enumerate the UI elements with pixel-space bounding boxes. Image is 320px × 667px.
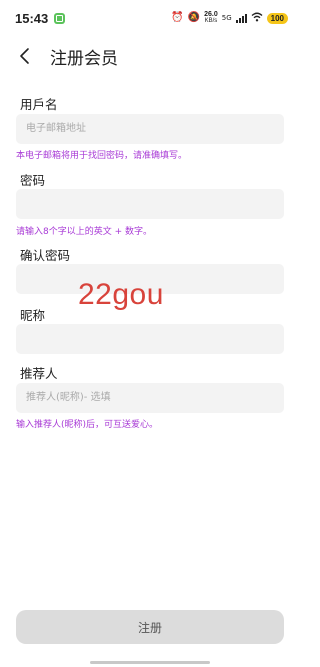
app-notification-icon bbox=[54, 12, 66, 24]
network-speed-value: 26.0 bbox=[204, 11, 218, 18]
watermark-text: 22gou bbox=[78, 278, 164, 311]
password-label: 密码 bbox=[20, 173, 46, 188]
status-left: 15:43 bbox=[15, 10, 66, 26]
username-hint: 本电子邮箱将用于找回密码，请准确填写。 bbox=[16, 151, 188, 161]
network-type: 5G bbox=[221, 14, 232, 22]
password-hint: 请输入8个字以上的英文 + 数字。 bbox=[16, 227, 152, 237]
wifi-icon bbox=[251, 12, 263, 25]
password-input[interactable] bbox=[16, 189, 284, 219]
referrer-label: 推荐人 bbox=[20, 366, 58, 381]
status-right: ⏰ 🔕 26.0 KB/s 5G 100 bbox=[171, 11, 288, 25]
referrer-hint: 输入推荐人(昵称)后，可互送爱心。 bbox=[16, 420, 159, 430]
page-header: 注册会员 bbox=[0, 38, 300, 74]
username-label: 用戶名 bbox=[20, 97, 58, 112]
confirm-password-label: 确认密码 bbox=[20, 248, 71, 263]
nickname-label: 昵称 bbox=[20, 308, 46, 323]
username-input[interactable]: 电子邮箱地址 bbox=[16, 114, 284, 144]
referrer-input[interactable]: 推荐人(昵称)- 选填 bbox=[16, 383, 284, 413]
status-bar: 15:43 ⏰ 🔕 26.0 KB/s 5G 100 bbox=[0, 0, 300, 36]
status-time: 15:43 bbox=[15, 10, 49, 26]
page-title: 注册会员 bbox=[50, 49, 118, 69]
battery-indicator: 100 bbox=[266, 12, 288, 24]
home-indicator[interactable] bbox=[90, 661, 210, 664]
nickname-input[interactable] bbox=[16, 324, 284, 354]
mute-icon: 🔕 bbox=[187, 12, 201, 23]
network-speed: 26.0 KB/s bbox=[204, 11, 218, 25]
alarm-icon: ⏰ bbox=[171, 12, 184, 23]
register-button[interactable]: 注册 bbox=[16, 610, 284, 644]
network-speed-unit: KB/s bbox=[204, 18, 218, 24]
back-arrow-icon[interactable] bbox=[16, 46, 36, 66]
signal-icon bbox=[235, 13, 247, 23]
